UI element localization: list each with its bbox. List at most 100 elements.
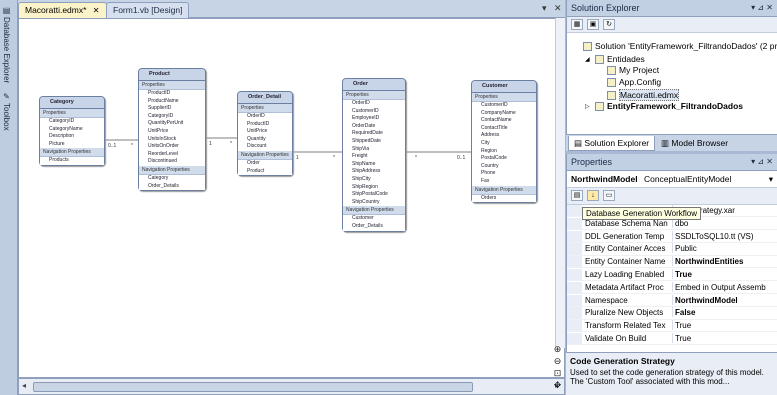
- close-icon[interactable]: ✕: [766, 3, 773, 12]
- pin-icon[interactable]: ▾ ⊿: [751, 157, 764, 166]
- properties-section-header[interactable]: Properties: [40, 109, 104, 118]
- navigation-property[interactable]: Customer: [343, 215, 405, 223]
- entity-property[interactable]: PostalCode: [472, 155, 536, 163]
- tree-item[interactable]: Solution 'EntityFramework_FiltrandoDados…: [573, 41, 777, 51]
- alphabetical-icon[interactable]: ↓: [587, 190, 599, 201]
- tab-form1-design[interactable]: Form1.vb [Design]: [106, 2, 190, 18]
- refresh-icon[interactable]: ↻: [603, 19, 615, 30]
- expanded-arrow-icon[interactable]: ◢: [585, 56, 592, 63]
- entity-property[interactable]: ShipName: [343, 160, 405, 169]
- entity-product[interactable]: Product Properties ProductID ProductName Sup…: [138, 68, 206, 192]
- property-value[interactable]: True: [672, 333, 777, 343]
- entity-property[interactable]: EmployeeID: [343, 115, 405, 123]
- close-icon[interactable]: ✕: [93, 6, 100, 15]
- property-value[interactable]: Embed in Output Assemb: [672, 281, 777, 292]
- property-row[interactable]: Lazy Loading Enabled True: [567, 269, 777, 282]
- tree-item[interactable]: App.Config: [597, 77, 661, 87]
- property-row[interactable]: Entity Container Acces Public: [567, 243, 777, 256]
- navigation-property[interactable]: Category: [139, 174, 205, 183]
- tree-item[interactable]: My Project: [597, 65, 659, 75]
- properties-section-header[interactable]: Properties: [139, 81, 205, 90]
- entity-property[interactable]: Freight: [343, 153, 405, 161]
- entity-property[interactable]: ShipPostalCode: [343, 191, 405, 199]
- entity-property[interactable]: Picture: [40, 140, 104, 149]
- entity-property[interactable]: UnitPrice: [139, 127, 205, 136]
- close-icon[interactable]: ✕: [766, 157, 773, 166]
- entity-property[interactable]: CustomerID: [343, 107, 405, 116]
- tree-item[interactable]: ▷ EntityFramework_FiltrandoDados: [585, 101, 743, 111]
- entity-property[interactable]: UnitsInStock: [139, 135, 205, 144]
- entity-property[interactable]: QuantityPerUnit: [139, 120, 205, 128]
- tab-dropdown-icon[interactable]: ▾: [542, 3, 547, 14]
- entity-property[interactable]: CategoryName: [40, 125, 104, 134]
- entity-property[interactable]: ContactName: [472, 117, 536, 125]
- toolbox-tab[interactable]: ✎ Toolbox: [2, 92, 11, 131]
- navigation-property[interactable]: Products: [40, 157, 104, 165]
- scroll-left-icon[interactable]: ◂: [22, 381, 26, 390]
- property-value[interactable]: False: [672, 307, 777, 318]
- properties-section-header[interactable]: Properties: [472, 93, 536, 102]
- collapsed-arrow-icon[interactable]: ▷: [585, 103, 592, 110]
- entity-property[interactable]: CustomerID: [472, 102, 536, 110]
- entity-property[interactable]: ReorderLevel: [139, 150, 205, 159]
- object-selector[interactable]: NorthwindModel ConceptualEntityModel ▾: [567, 171, 777, 188]
- entity-property[interactable]: Description: [40, 133, 104, 141]
- entity-property[interactable]: ContactTitle: [472, 124, 536, 133]
- property-row[interactable]: Transform Related Tex True: [567, 320, 777, 333]
- entity-property[interactable]: CompanyName: [472, 109, 536, 118]
- entity-property[interactable]: RequiredDate: [343, 130, 405, 138]
- entity-property[interactable]: Fax: [472, 177, 536, 186]
- tree-item[interactable]: Macoratti.edmx: [597, 89, 680, 101]
- entity-order-detail[interactable]: Order_Detail Properties OrderID ProductID Un…: [237, 91, 293, 177]
- navigation-property[interactable]: Orders: [472, 194, 536, 203]
- designer-vertical-scrollbar[interactable]: [555, 18, 565, 348]
- entity-property[interactable]: Region: [472, 147, 536, 156]
- property-row[interactable]: Validate On Build True: [567, 333, 777, 346]
- entity-property[interactable]: OrderID: [343, 100, 405, 108]
- property-row[interactable]: Metadata Artifact Proc Embed in Output As…: [567, 281, 777, 294]
- pin-icon[interactable]: ▾ ⊿: [751, 3, 764, 12]
- show-all-files-icon[interactable]: ▣: [587, 19, 599, 30]
- tab-model-browser[interactable]: ▥ Model Browser: [656, 136, 733, 151]
- tree-item[interactable]: ◢ Entidades: [585, 54, 645, 64]
- entity-property[interactable]: ShippedDate: [343, 137, 405, 146]
- entity-property[interactable]: Phone: [472, 170, 536, 178]
- property-value[interactable]: SSDLToSQL10.tt (VS): [672, 230, 777, 241]
- zoom-in-icon[interactable]: ⊕: [550, 344, 565, 356]
- property-value[interactable]: Public: [672, 243, 777, 254]
- entity-property[interactable]: ShipAddress: [343, 168, 405, 176]
- entity-property[interactable]: ProductID: [238, 120, 292, 129]
- navigation-section-header[interactable]: Navigation Properties: [40, 148, 104, 158]
- categorized-icon[interactable]: ▤: [571, 190, 583, 201]
- navigation-property[interactable]: Order: [238, 159, 292, 168]
- tab-solution-explorer[interactable]: ▤ Solution Explorer: [568, 136, 656, 151]
- entity-property[interactable]: OrderDate: [343, 122, 405, 131]
- pan-icon[interactable]: ✥: [550, 380, 565, 392]
- navigation-section-header[interactable]: Navigation Properties: [238, 150, 292, 160]
- navigation-property[interactable]: Order_Details: [139, 182, 205, 191]
- close-document-icon[interactable]: ✕: [554, 3, 562, 14]
- edmx-designer-canvas[interactable]: 0..1 * 1 * 1 * * 0..1 Category Properties Categor…: [18, 18, 565, 378]
- entity-property[interactable]: UnitsOnOrder: [139, 143, 205, 151]
- property-value[interactable]: NorthwindEntities: [672, 256, 777, 267]
- property-row[interactable]: DDL Generation Temp SSDLToSQL10.tt (VS): [567, 230, 777, 243]
- entity-property[interactable]: CategoryID: [139, 112, 205, 121]
- property-row[interactable]: Pluralize New Objects False: [567, 307, 777, 320]
- property-value[interactable]: True: [672, 269, 777, 279]
- entity-property[interactable]: Quantity: [238, 135, 292, 144]
- navigation-property[interactable]: Order_Details: [343, 222, 405, 231]
- entity-property[interactable]: ShipCity: [343, 175, 405, 184]
- entity-property[interactable]: SupplierID: [139, 105, 205, 113]
- zoom-out-icon[interactable]: ⊖: [550, 356, 565, 368]
- zoom-fit-icon[interactable]: ⊡: [550, 368, 565, 380]
- entity-property[interactable]: Address: [472, 132, 536, 140]
- designer-horizontal-scrollbar[interactable]: ◂ ▸: [18, 378, 565, 395]
- properties-icon[interactable]: ▦: [571, 19, 583, 30]
- property-value[interactable]: NorthwindModel: [672, 294, 777, 305]
- entity-property[interactable]: ProductName: [139, 97, 205, 106]
- chevron-down-icon[interactable]: ▾: [769, 174, 773, 185]
- entity-property[interactable]: ShipCountry: [343, 198, 405, 207]
- entity-property[interactable]: Discontinued: [139, 158, 205, 166]
- entity-property[interactable]: ShipVia: [343, 145, 405, 154]
- navigation-section-header[interactable]: Navigation Properties: [343, 206, 405, 216]
